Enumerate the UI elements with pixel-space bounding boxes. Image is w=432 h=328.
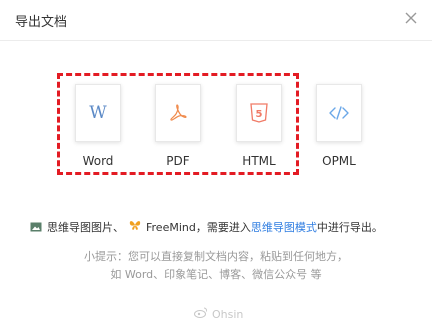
- export-dialog: 导出文档 W Word PDF 5 HTML OPML 思维导图图片、 Free…: [0, 0, 432, 328]
- word-icon: W: [89, 103, 107, 123]
- export-html-label: HTML: [242, 154, 276, 168]
- watermark: Ohsin: [194, 307, 243, 321]
- export-html-button[interactable]: 5 HTML: [232, 84, 286, 168]
- export-pdf-button[interactable]: PDF: [151, 84, 205, 168]
- export-opml-label: OPML: [322, 154, 356, 168]
- watermark-text: Ohsin: [212, 307, 244, 321]
- dialog-title: 导出文档: [15, 15, 68, 30]
- export-word-button[interactable]: W Word: [71, 84, 125, 168]
- html5-icon-text: 5: [256, 109, 263, 120]
- code-icon: [329, 105, 349, 121]
- export-opml-button[interactable]: OPML: [312, 84, 366, 168]
- pdf-icon: [167, 102, 189, 124]
- mindmap-text-2: FreeMind，需要进入: [146, 221, 251, 234]
- pdf-card: [155, 84, 201, 142]
- opml-card: [316, 84, 362, 142]
- mindmap-text-3: 中进行导出。: [316, 221, 383, 234]
- export-pdf-label: PDF: [166, 154, 190, 168]
- dialog-header: 导出文档: [0, 0, 432, 41]
- close-icon[interactable]: [402, 9, 420, 27]
- mindmap-mode-link[interactable]: 思维导图模式: [251, 219, 317, 235]
- html-card: 5: [236, 84, 282, 142]
- tip-line-2: 如 Word、印象笔记、博客、微信公众号 等: [110, 268, 322, 281]
- mindmap-text-1: 思维导图图片、: [47, 221, 124, 234]
- tip-line-1: 小提示：您可以直接复制文档内容，粘贴到任何地方，: [84, 250, 348, 263]
- word-card: W: [75, 84, 121, 142]
- export-word-label: Word: [82, 154, 114, 168]
- image-icon: [30, 222, 42, 232]
- weibo-icon: [194, 307, 208, 321]
- butterfly-icon: [129, 220, 141, 234]
- mindmap-export-note: 思维导图图片、 FreeMind，需要进入 思维导图模式 中进行导出。: [30, 219, 410, 235]
- html5-icon: 5: [250, 103, 268, 123]
